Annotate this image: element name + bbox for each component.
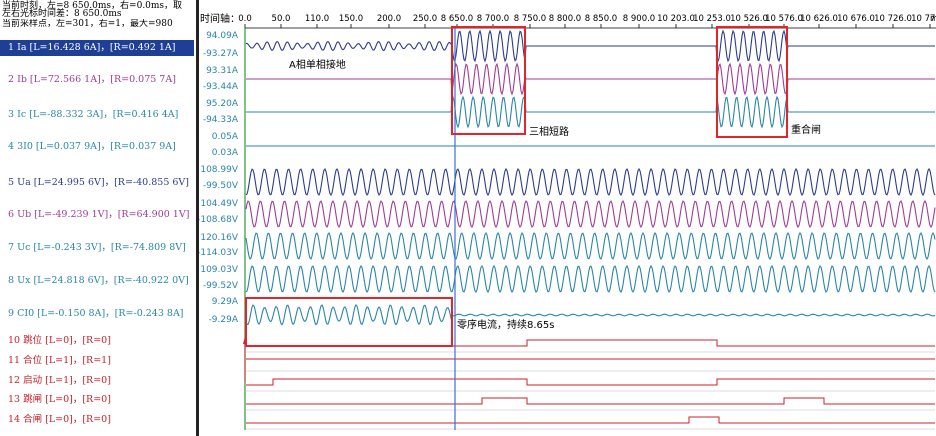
time-tick-label: 8 700.0 — [477, 14, 509, 24]
digital-ch13-trace — [246, 397, 935, 405]
channel-label-2[interactable]: 2 Ib [L=72.566 1A]，[R=0.075 7A] — [0, 72, 194, 88]
channel-label-9[interactable]: 9 CI0 [L=-0.150 8A]，[R=-0.243 8A] — [0, 306, 194, 322]
single-phase-ground-note: A相单相接地 — [289, 58, 346, 71]
channel-label-14[interactable]: 14 合闸 [L=0]，[R=0] — [0, 412, 194, 428]
channel-label-3[interactable]: 3 Ic [L=-88.332 3A]，[R=0.416 4A] — [0, 107, 194, 123]
time-tick-label: 50.0 — [272, 14, 291, 24]
channel-label-1[interactable]: 1 Ia [L=16.428 6A]，[R=0.492 1A] — [0, 40, 194, 56]
ch1-waveform — [245, 29, 935, 63]
channel-label-12[interactable]: 12 启动 [L=1]，[R=0] — [0, 373, 194, 389]
ch6-max-value: 104.49V — [200, 199, 238, 209]
time-axis-label: 时间轴： — [200, 12, 240, 25]
time-tick-label: 110.0 — [305, 14, 329, 24]
sample-point-info: 当前采样点，左=301，右=1，最大=980 — [2, 19, 173, 29]
time-tick-label: 10 626.0 — [800, 14, 838, 24]
channel-label-5[interactable]: 5 Ua [L=24.995 6V]，[R=-40.855 6V] — [0, 175, 194, 191]
ch5-max-value: 108.99V — [200, 165, 238, 175]
ch4-max-value: 0.05A — [212, 132, 239, 142]
time-axis: 时间轴： 0.0 50.0 110.0 150.0 200.0 250.0 8 650.0 8… — [200, 12, 936, 29]
ch3-waveform — [246, 95, 935, 129]
time-tick-label: 10 253.0 — [693, 14, 731, 24]
ch5-min-value: -99.50V — [203, 181, 239, 191]
time-unit: ms — [930, 14, 936, 24]
ch3-max-value: 95.20A — [206, 99, 239, 109]
channel-label-6[interactable]: 6 Ub [L=-49.239 1V]，[R=64.900 1V] — [0, 207, 194, 223]
channel-label-10[interactable]: 10 跳位 [L=0]，[R=0] — [0, 333, 194, 349]
ch2-waveform — [246, 62, 935, 96]
channel-label-8[interactable]: 8 Ux [L=24.818 6V]，[R=-40.922 0V] — [0, 273, 194, 289]
time-tick-label: 10 576.0 — [765, 14, 803, 24]
ch9-waveform — [245, 304, 936, 326]
channel-label-13[interactable]: 13 跳闸 [L=0]，[R=0] — [0, 392, 194, 408]
time-tick-label: 10 726.0 — [874, 14, 912, 24]
three-phase-short-note: 三相短路 — [529, 125, 569, 138]
ch2-max-value: 93.31A — [206, 66, 239, 76]
ch6-waveform — [245, 199, 936, 229]
ch2-min-value: -93.44A — [203, 82, 239, 92]
time-tick-label: 8 850.0 — [585, 14, 617, 24]
ch8-max-value: 109.03V — [200, 265, 238, 275]
ch7-max-value: 120.16V — [200, 233, 238, 243]
ch1-max-value: 94.09A — [206, 31, 239, 41]
time-tick-label: 10 526.0 — [730, 14, 768, 24]
time-tick-label: 8 750.0 — [514, 14, 546, 24]
zero-sequence-note: 零序电流，持续8.65s — [457, 318, 554, 331]
cursor-diff-info: 左右光标时间差：8 650.0ms — [2, 9, 122, 19]
ch5-waveform — [245, 167, 936, 197]
waveform-plot[interactable]: 时间轴： 0.0 50.0 110.0 150.0 200.0 250.0 8 650.0 8… — [199, 0, 936, 436]
digital-ch12-trace — [246, 378, 935, 386]
waveform-viewer: 当前时刻，左=8 650.0ms，右=0.0ms，取 左右光标时间差：8 650… — [0, 0, 936, 436]
time-tick-label: 0.0 — [238, 14, 252, 24]
ch7-min-value: -114.03V — [199, 248, 239, 258]
time-tick-label: 8 800.0 — [549, 14, 581, 24]
channel-label-4[interactable]: 4 3I0 [L=0.037 9A]，[R=0.037 9A] — [0, 139, 194, 155]
ch9-max-value: 9.29A — [212, 297, 239, 307]
time-tick-label: 8 900.0 — [623, 14, 655, 24]
time-tick-label: 8 650.0 — [441, 14, 473, 24]
channel-label-11[interactable]: 11 合位 [L=1]，[R=1] — [0, 353, 194, 369]
time-tick-label: 250.0 — [413, 14, 437, 24]
ch3-min-value: -94.33A — [203, 115, 239, 125]
digital-ch14-trace — [246, 416, 935, 424]
ch1-min-value: -93.27A — [203, 49, 239, 59]
reclose-note: 重合闸 — [791, 123, 821, 136]
ch8-min-value: -99.52V — [203, 281, 239, 291]
time-tick-label: 10 203.0 — [657, 14, 695, 24]
channel-label-7[interactable]: 7 Uc [L=-0.243 3V]，[R=-74.809 8V] — [0, 240, 194, 256]
ch7-waveform — [245, 231, 936, 261]
ch4-min-value: 0.03A — [212, 148, 239, 158]
ch6-min-value: -108.68V — [199, 215, 239, 225]
time-tick-label: 200.0 — [377, 14, 401, 24]
ch8-waveform — [245, 264, 936, 294]
time-tick-label: 10 676.0 — [837, 14, 875, 24]
time-tick-label: 150.0 — [339, 14, 363, 24]
ch9-min-value: -9.29A — [209, 315, 239, 325]
